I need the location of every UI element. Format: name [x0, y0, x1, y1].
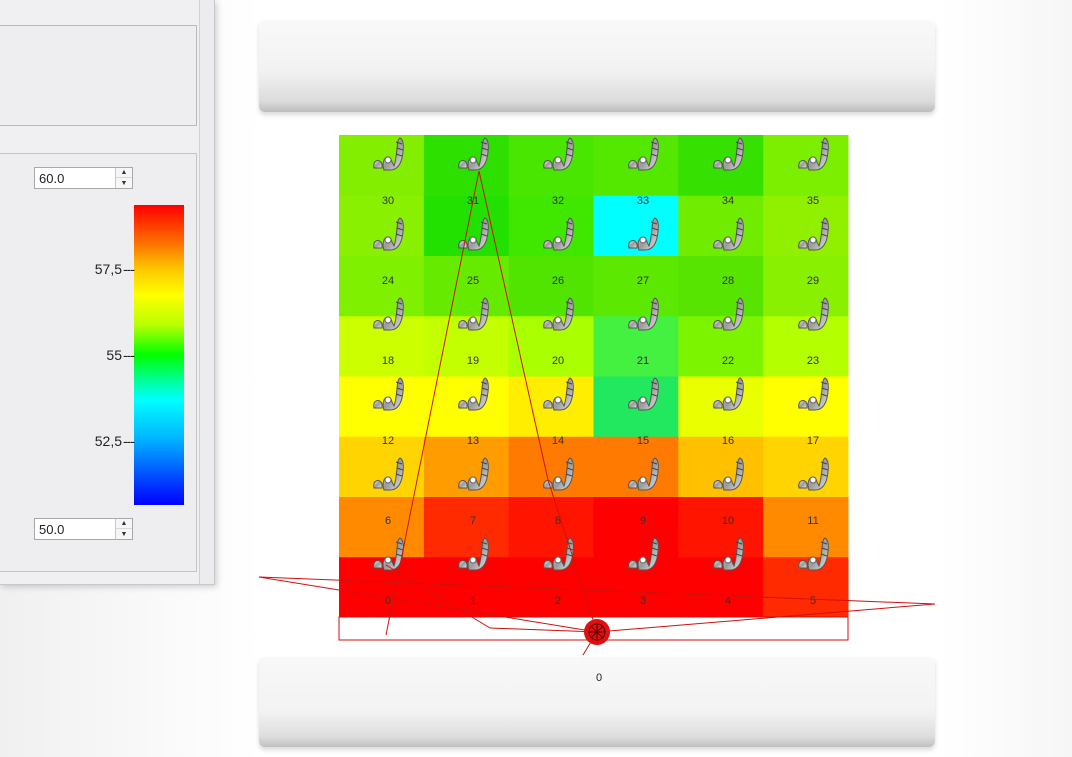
cell-number-label: 3: [640, 595, 646, 607]
heat-cell: [593, 496, 679, 558]
cell-number-label: 6: [385, 515, 391, 527]
cell-number-label: 14: [552, 435, 564, 447]
cell-number-label: 12: [382, 435, 394, 447]
cell-number-label: 13: [467, 435, 479, 447]
cell-number-label: 2: [555, 595, 561, 607]
cell-number-label: 22: [722, 355, 734, 367]
cell-number-label: 33: [637, 195, 649, 207]
cell-number-label: 28: [722, 275, 734, 287]
cell-number-label: 18: [382, 355, 394, 367]
cell-number-label: 0: [385, 595, 391, 607]
cell-number-label: 5: [810, 595, 816, 607]
cell-number-label: 25: [467, 275, 479, 287]
heat-cell: [763, 255, 849, 317]
cell-number-label: 24: [382, 275, 394, 287]
cell-number-label: 26: [552, 275, 564, 287]
cell-number-label: 17: [807, 435, 819, 447]
cell-number-label: 7: [470, 515, 476, 527]
cell-number-label: 9: [640, 515, 646, 527]
cell-number-label: 20: [552, 355, 564, 367]
cell-number-label: 10: [722, 515, 734, 527]
heat-cell: [423, 496, 510, 558]
cell-number-label: 4: [725, 595, 731, 607]
cell-number-label: 21: [637, 355, 649, 367]
cell-number-label: 19: [467, 355, 479, 367]
cell-number-label: 27: [637, 275, 649, 287]
cell-number-label: 16: [722, 435, 734, 447]
heatmap: [339, 135, 849, 618]
origin-marker-icon[interactable]: [584, 619, 610, 645]
scene-canvas[interactable]: 0 1 2 3 4 56 7 8 9 10 1112 13 14 15 16 1718 19 20 21 22 2324…: [0, 0, 1072, 757]
cell-number-label: 23: [807, 355, 819, 367]
viewport[interactable]: ▲ ▼ 57,5 --- 55 --- 52,5 --- ▲ ▼ 0: [0, 0, 1072, 757]
cell-number-label: 1: [470, 595, 476, 607]
cell-number-label: 29: [807, 275, 819, 287]
cell-number-label: 34: [722, 195, 734, 207]
cell-number-label: 11: [807, 515, 818, 527]
cell-number-label: 15: [637, 435, 649, 447]
heat-cell: [763, 496, 849, 558]
heat-cell: [508, 496, 594, 558]
cell-number-label: 32: [552, 195, 564, 207]
cell-number-label: 30: [382, 195, 394, 207]
cell-number-label: 35: [807, 195, 819, 207]
